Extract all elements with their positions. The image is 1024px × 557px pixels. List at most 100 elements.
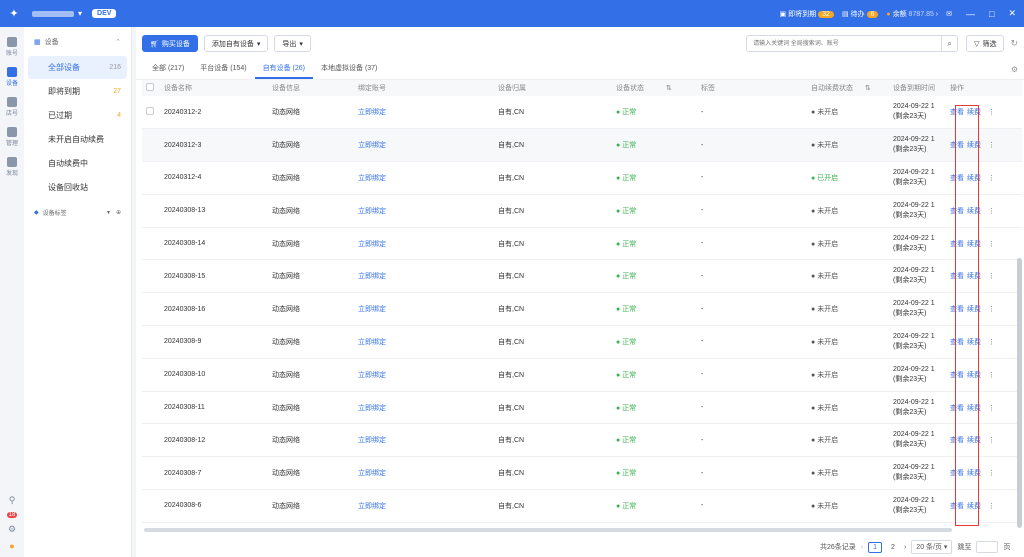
bind-account-link[interactable]: 立即绑定 [354,456,494,491]
renew-link[interactable]: 续费 [967,501,981,511]
device-tag-section[interactable]: ◆ 设备标签 ▾ ⊕ [24,200,131,225]
tab-all[interactable]: 全部 (217) [144,63,192,79]
tab-own-devices[interactable]: 自有设备 (26) [254,63,313,79]
add-tag-icon[interactable]: ⊕ [116,209,121,216]
more-options-icon[interactable]: ⋮ [988,141,995,149]
view-link[interactable]: 查看 [950,435,964,445]
renew-link[interactable]: 续费 [967,206,981,216]
page-1-button[interactable]: 1 [868,541,883,553]
bind-account-link[interactable]: 立即绑定 [354,489,494,523]
subnav-item-autorenew-off[interactable]: 未开启自动续费 [28,128,127,151]
more-options-icon[interactable]: ⋮ [988,404,995,412]
view-link[interactable]: 查看 [950,271,964,281]
table-row[interactable]: 20240308-14 动态网络 立即绑定 自有,CN ● 正常 - ● 未开启 2024-0… [142,227,1022,261]
more-options-icon[interactable]: ⋮ [988,469,995,477]
more-options-icon[interactable]: ⋮ [988,436,995,444]
more-options-icon[interactable]: ⋮ [988,371,995,379]
table-row[interactable]: 20240308-9 动态网络 立即绑定 自有,CN ● 正常 - ● 未开启 2024-09… [142,325,1022,359]
bind-account-link[interactable]: 立即绑定 [354,227,494,261]
bind-account-link[interactable]: 立即绑定 [354,96,494,130]
table-row[interactable]: 20240312-3 动态网络 立即绑定 自有,CN ● 正常 - ● 未开启 2024-09… [142,128,1022,163]
view-link[interactable]: 查看 [950,140,964,150]
bind-account-link[interactable]: 立即绑定 [354,325,494,359]
table-row[interactable]: 20240308-15 动态网络 立即绑定 自有,CN ● 正常 - ● 未开启 2024-0… [142,259,1022,294]
subnav-item-autorenew-on[interactable]: 自动续费中 [28,152,127,175]
subnav-item-recycle-bin[interactable]: 设备回收站 [28,176,127,199]
bind-account-link[interactable]: 立即绑定 [354,292,494,327]
rail-item-device[interactable]: 设备 [0,67,24,87]
subnav-item-expiring[interactable]: 即将到期 27 [28,80,127,103]
bind-account-link[interactable]: 立即绑定 [354,423,494,458]
more-options-icon[interactable]: ⋮ [988,272,995,280]
rail-item-shop[interactable]: 店号 [0,97,24,117]
more-options-icon[interactable]: ⋮ [988,207,995,215]
table-row[interactable]: 20240308-7 动态网络 立即绑定 自有,CN ● 正常 - ● 未开启 2024-09… [142,456,1022,491]
view-link[interactable]: 查看 [950,107,964,117]
renew-link[interactable]: 续费 [967,271,981,281]
bind-account-link[interactable]: 立即绑定 [354,128,494,163]
table-row[interactable]: 20240308-11 动态网络 立即绑定 自有,CN ● 正常 - ● 未开启 2024-0… [142,391,1022,425]
jump-page-input[interactable] [976,541,999,553]
search-icon[interactable]: ⌕ [942,35,959,52]
expiring-indicator[interactable]: ▣ 即将到期 32 [780,9,834,19]
more-options-icon[interactable]: ⋮ [988,338,995,346]
add-own-device-button[interactable]: 添加自有设备 ▾ [203,35,269,52]
prev-page-button[interactable]: ‹ [861,544,863,551]
vertical-scrollbar[interactable] [1017,258,1022,528]
tab-local-virtual-devices[interactable]: 本地虚拟设备 (37) [313,63,385,79]
table-row[interactable]: 20240308-12 动态网络 立即绑定 自有,CN ● 正常 - ● 未开启 2024-0… [142,423,1022,458]
header-autorenew-status[interactable]: 自动续费状态 ⇅ [807,80,889,96]
export-button[interactable]: 导出 ▾ [274,35,311,52]
more-options-icon[interactable]: ⋮ [988,502,995,510]
bind-account-link[interactable]: 立即绑定 [354,194,494,228]
bind-account-link[interactable]: 立即绑定 [354,259,494,294]
message-icon[interactable]: ✉ [946,10,952,18]
view-link[interactable]: 查看 [950,468,964,478]
view-link[interactable]: 查看 [950,304,964,314]
chevron-down-icon[interactable]: ▾ [107,209,110,216]
renew-link[interactable]: 续费 [967,403,981,413]
table-row[interactable]: 20240308-13 动态网络 立即绑定 自有,CN ● 正常 - ● 未开启 2024-0… [142,194,1022,228]
user-avatar-icon[interactable]: ● [9,541,14,551]
bind-account-link[interactable]: 立即绑定 [354,161,494,195]
more-options-icon[interactable]: ⋮ [988,240,995,248]
subnav-header[interactable]: ▦ 设备 ⌃ [24,27,131,55]
page-2-button[interactable]: 2 [887,543,899,552]
table-row[interactable]: 20240308-16 动态网络 立即绑定 自有,CN ● 正常 - ● 未开启 2024-0… [142,292,1022,327]
table-row[interactable]: 20240308-10 动态网络 立即绑定 自有,CN ● 正常 - ● 未开启 2024-0… [142,358,1022,392]
view-link[interactable]: 查看 [950,239,964,249]
renew-link[interactable]: 续费 [967,435,981,445]
more-options-icon[interactable]: ⋮ [988,174,995,182]
header-device-status[interactable]: 设备状态 ⇅ [612,80,697,96]
rail-item-discover[interactable]: 发现 [0,157,24,177]
pin-icon[interactable]: ⚲ [9,495,16,506]
table-row[interactable]: 20240312-2 动态网络 立即绑定 自有,CN ● 正常 - ● 未开启 2024-09… [142,96,1022,130]
page-size-select[interactable]: 20 条/页 ▾ [911,540,953,554]
subnav-item-expired[interactable]: 已过期 4 [28,104,127,127]
renew-link[interactable]: 续费 [967,304,981,314]
settings-icon[interactable]: ⚙ [8,524,16,535]
maximize-button[interactable]: □ [989,9,994,19]
view-link[interactable]: 查看 [950,206,964,216]
select-all-checkbox[interactable] [146,83,154,91]
renew-link[interactable]: 续费 [967,140,981,150]
bind-account-link[interactable]: 立即绑定 [354,391,494,425]
renew-link[interactable]: 续费 [967,107,981,117]
view-link[interactable]: 查看 [950,403,964,413]
horizontal-scrollbar[interactable] [144,528,952,532]
tab-platform-devices[interactable]: 平台设备 (154) [192,63,254,79]
view-link[interactable]: 查看 [950,173,964,183]
renew-link[interactable]: 续费 [967,173,981,183]
column-settings-icon[interactable]: ⚙ [1011,65,1018,74]
row-checkbox[interactable] [146,107,154,116]
renew-link[interactable]: 续费 [967,239,981,249]
renew-link[interactable]: 续费 [967,468,981,478]
balance-indicator[interactable]: ● 余额 8787.85 › [886,9,938,19]
renew-link[interactable]: 续费 [967,370,981,380]
rail-item-manage[interactable]: 管理 [0,127,24,147]
org-switcher[interactable]: ▾ [32,9,82,18]
rail-item-account[interactable]: 账号 [0,37,24,57]
renew-link[interactable]: 续费 [967,337,981,347]
next-page-button[interactable]: › [904,544,906,551]
subnav-item-all[interactable]: 全部设备 216 [28,56,127,79]
